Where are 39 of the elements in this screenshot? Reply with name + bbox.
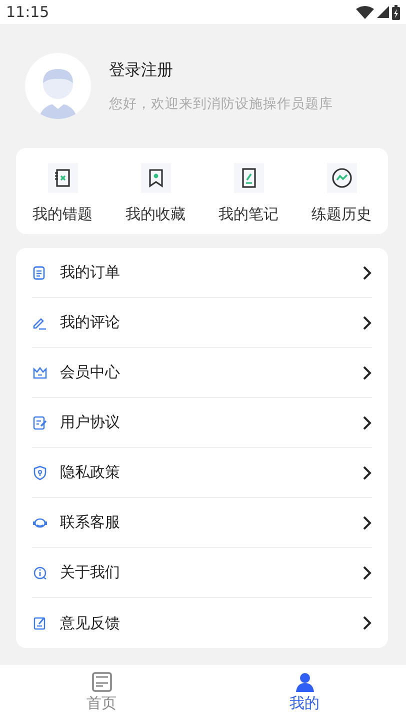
chevron-right-icon — [362, 366, 372, 380]
feedback-icon — [32, 615, 48, 631]
info-icon — [32, 564, 48, 580]
menu-item[interactable]: 意见反馈 — [32, 598, 372, 648]
wifi-icon — [356, 6, 374, 18]
menu-item[interactable]: 联系客服 — [32, 498, 372, 548]
nav-tab[interactable]: 首页 — [0, 665, 203, 719]
chevron-right-icon — [362, 516, 372, 530]
chevron-right-icon — [362, 316, 372, 330]
menu-item[interactable]: 用户协议 — [32, 398, 372, 448]
menu-item[interactable]: 关于我们 — [32, 548, 372, 598]
shortcut-item[interactable]: 我的收藏 — [109, 163, 202, 224]
notebook-icon — [48, 163, 78, 193]
clock: 11:15 — [6, 3, 50, 21]
shield-icon — [32, 464, 48, 480]
document-pen-icon — [32, 414, 48, 430]
login-register-link[interactable]: 登录注册 — [109, 60, 333, 80]
signal-icon — [377, 6, 389, 18]
avatar[interactable] — [25, 53, 91, 119]
chevron-right-icon — [362, 566, 372, 580]
crown-icon — [32, 364, 48, 380]
chevron-right-icon — [362, 266, 372, 280]
score-sheet-icon — [92, 672, 112, 692]
menu-item[interactable]: 隐私政策 — [32, 448, 372, 498]
chevron-right-icon — [362, 416, 372, 430]
chevron-right-icon — [362, 616, 372, 630]
note-icon — [234, 163, 264, 193]
chevron-right-icon — [362, 466, 372, 480]
battery-icon — [392, 4, 400, 20]
person-icon — [294, 672, 314, 692]
menu-item[interactable]: 会员中心 — [32, 348, 372, 398]
shortcut-item[interactable]: 我的错题 — [16, 163, 109, 224]
shortcut-item[interactable]: 我的笔记 — [202, 163, 295, 224]
nav-tab[interactable]: 我的 — [203, 665, 406, 719]
bookmark-icon — [140, 163, 170, 193]
welcome-text: 您好，欢迎来到消防设施操作员题库 — [109, 94, 333, 112]
shortcut-item[interactable]: 练题历史 — [295, 163, 388, 224]
menu-item[interactable]: 我的订单 — [32, 248, 372, 298]
menu-item[interactable]: 我的评论 — [32, 298, 372, 348]
